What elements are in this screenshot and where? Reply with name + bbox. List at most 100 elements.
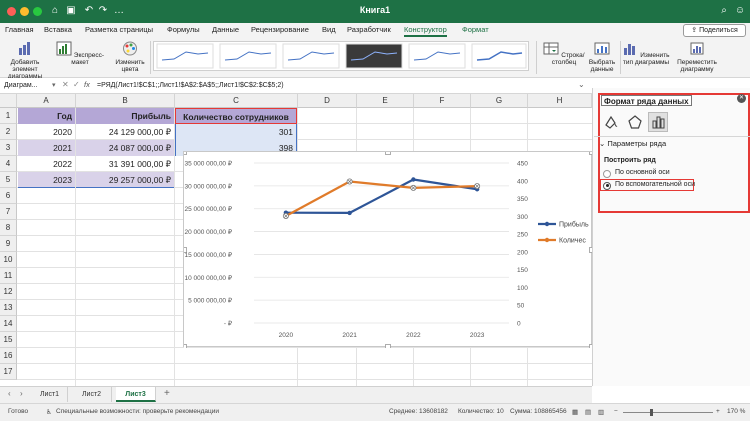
row-header[interactable]: 11 [0,268,17,284]
column-header[interactable]: G [471,94,528,108]
column-header[interactable]: F [414,94,471,108]
row-header[interactable]: 1 [0,108,17,124]
worksheet-grid[interactable]: A B C D E F G H 1 2 3 4 5 6 7 8 9 10 11 … [0,94,592,386]
search-icon[interactable]: ⌕ [718,5,730,17]
page-layout-view-icon[interactable]: ▤ [585,408,591,416]
row-header[interactable]: 16 [0,348,17,364]
account-icon[interactable]: ☺ [734,5,746,17]
accessibility-icon[interactable]: ♿ [46,408,52,416]
accessibility-status[interactable]: Специальные возможности: проверьте реком… [56,408,219,415]
cancel-icon[interactable]: ✕ [62,80,69,89]
zoom-in-icon[interactable]: + [716,408,720,415]
column-header[interactable]: H [528,94,592,108]
cell-profit[interactable]: 31 391 000,00 ₽ [76,156,174,172]
chart-resize-handle [385,344,391,350]
tab-format[interactable]: Формат [462,25,489,34]
close-pane-button[interactable]: ✕ [737,94,746,103]
select-all-corner[interactable] [0,94,17,108]
cell-profit[interactable]: 24 087 000,00 ₽ [76,140,174,156]
chart-styles-gallery[interactable] [153,41,529,71]
title-bar: ⌂ ▣ ↶ ↷ … Книга1 ⌕ ☺ [0,0,750,23]
column-header[interactable]: E [357,94,414,108]
chart-styles-thumbnails [156,43,527,69]
cell-employees[interactable]: 301 [175,124,297,140]
tab-insert[interactable]: Вставка [44,25,72,34]
tab-home[interactable]: Главная [5,25,34,34]
fx-icon[interactable]: fx [84,80,90,89]
quick-layout-button[interactable]: Экспресс-макет [55,41,105,66]
enter-icon[interactable]: ✓ [73,80,80,89]
scroll-left-icon[interactable]: ‹ [8,389,11,398]
scroll-right-icon[interactable]: › [20,389,23,398]
row-header[interactable]: 2 [0,124,17,140]
tab-developer[interactable]: Разработчик [347,25,391,34]
tab-page-layout[interactable]: Разметка страницы [85,25,153,34]
radio-button-selected[interactable] [603,181,611,190]
row-header[interactable]: 3 [0,140,17,156]
row-header[interactable]: 4 [0,156,17,172]
name-box[interactable]: Диаграм... [2,80,50,92]
legend-label: Количес [559,238,586,245]
formula-input[interactable]: =РЯД(Лист1!$C$1;;Лист1!$A$2:$A$5;;Лист1!… [97,80,284,92]
series-options-icon[interactable] [648,112,668,132]
secondary-axis-tick-label: 200 [517,249,528,256]
tab-chart-design[interactable]: Конструктор [404,25,447,37]
row-header[interactable]: 14 [0,316,17,332]
radio-button[interactable] [603,170,611,178]
add-chart-element-button[interactable]: Добавить элемент диаграммы [3,41,47,80]
series-options-section[interactable]: ⌄ Параметры ряда [599,138,749,150]
tab-formulas[interactable]: Формулы [167,25,200,34]
cell-year[interactable]: 2020 [18,124,75,140]
change-colors-button[interactable]: Изменить цвета [112,41,148,73]
category-axis-tick-label: 2021 [342,332,357,339]
cell-profit[interactable]: 29 257 000,00 ₽ [76,172,174,188]
cell-year[interactable]: 2022 [18,156,75,172]
row-header[interactable]: 5 [0,172,17,188]
row-header[interactable]: 13 [0,300,17,316]
column-header[interactable]: A [17,94,76,108]
share-button[interactable]: ⇪ Поделиться [683,24,746,37]
column-header[interactable]: B [76,94,175,108]
row-header[interactable]: 6 [0,188,17,204]
select-data-button[interactable]: Выбрать данные [588,41,616,73]
column-header[interactable]: D [298,94,357,108]
switch-row-column-button[interactable]: Строка/столбец [540,41,588,66]
add-sheet-icon[interactable]: + [164,388,170,399]
change-chart-type-button[interactable]: Изменить тип диаграммы [622,41,670,66]
normal-view-icon[interactable]: ▦ [572,408,578,416]
zoom-slider-thumb[interactable] [650,409,653,416]
chart-object[interactable]: 35 000 000,00 ₽ 30 000 000,00 ₽ 25 000 000… [181,149,592,350]
cell-profit[interactable]: 24 129 000,00 ₽ [76,124,174,140]
row-header[interactable]: 9 [0,236,17,252]
page-break-view-icon[interactable]: ▥ [598,408,604,416]
move-chart-button[interactable]: Переместить диаграмму [674,41,720,73]
tab-review[interactable]: Рецензирование [251,25,309,34]
sheet-tab[interactable]: Лист1 [32,387,68,402]
effects-icon[interactable] [627,114,643,130]
tab-view[interactable]: Вид [322,25,336,34]
cell-header-year[interactable]: Год [18,108,75,124]
cell-year[interactable]: 2021 [18,140,75,156]
row-header[interactable]: 17 [0,364,17,380]
fill-line-icon[interactable] [603,114,619,130]
secondary-axis-radio[interactable]: По вспомогательной оси [600,179,695,191]
excel-window: ⌂ ▣ ↶ ↷ … Книга1 ⌕ ☺ Главная Вставка Раз… [0,0,750,421]
sheet-tab-active[interactable]: Лист3 [116,387,156,402]
zoom-slider[interactable] [623,412,713,413]
column-header[interactable]: C [175,94,298,108]
row-header[interactable]: 10 [0,252,17,268]
cell-header-employees[interactable]: Количество сотрудников [175,108,297,124]
row-header[interactable]: 12 [0,284,17,300]
expand-formula-icon[interactable]: ⌄ [578,80,585,89]
row-header[interactable]: 15 [0,332,17,348]
cell-header-profit[interactable]: Прибыль [76,108,174,124]
tab-data[interactable]: Данные [212,25,239,34]
pane-divider [594,136,750,137]
cell-year[interactable]: 2023 [18,172,75,188]
row-header[interactable]: 7 [0,204,17,220]
sheet-tab[interactable]: Лист2 [72,387,112,402]
zoom-out-icon[interactable]: − [614,408,618,415]
data-point [411,177,416,182]
row-header[interactable]: 8 [0,220,17,236]
name-box-dropdown-icon[interactable]: ▾ [52,81,56,89]
